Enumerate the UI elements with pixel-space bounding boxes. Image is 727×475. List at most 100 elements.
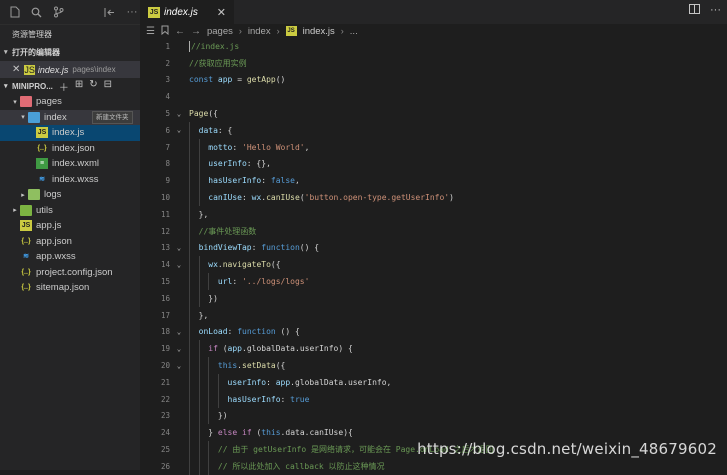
json-file-icon: {..} [37, 144, 47, 152]
tree-item-index-wxss[interactable]: ≋ index.wxss [0, 172, 140, 188]
indent-guide [189, 373, 190, 391]
indent-guide [189, 239, 190, 257]
code-line[interactable]: 18 ⌄ onLoad: function () { [140, 323, 727, 341]
line-number: 14 [160, 260, 170, 270]
code-line[interactable]: 1 //index.js [140, 38, 727, 55]
code-line[interactable]: 19 ⌄ if (app.globalData.userInfo) { [140, 340, 727, 358]
tree-item-index-js[interactable]: JS index.js [0, 125, 140, 141]
source-control-icon[interactable] [50, 4, 66, 20]
tree-item-logs[interactable]: ▸ logs [0, 187, 140, 203]
code-line[interactable]: 4 [140, 88, 727, 105]
code-text: //获取应用实例 [189, 58, 247, 68]
indent-guide [198, 289, 200, 307]
tree-item-app-js[interactable]: JS app.js [0, 218, 140, 234]
code-line[interactable]: 9 hasUserInfo: false, [140, 172, 727, 190]
tree-item-label: index.wxml [52, 158, 99, 170]
code-line[interactable]: 14 ⌄ wx.navigateTo({ [140, 256, 727, 274]
refresh-icon[interactable]: ↻ [89, 79, 97, 94]
tree-item-pages[interactable]: ▾ pages [0, 94, 140, 110]
fold-chevron-icon[interactable]: ⌄ [174, 110, 184, 118]
bookmark-icon[interactable] [161, 25, 169, 38]
line-number: 2 [165, 58, 170, 68]
code-line[interactable]: 11 }, [140, 205, 727, 223]
files-icon[interactable] [6, 4, 22, 20]
indent-guide [189, 340, 190, 358]
fold-chevron-icon[interactable]: ⌄ [174, 126, 184, 134]
fold-chevron-icon[interactable]: ⌄ [174, 244, 184, 252]
tree-item-sitemap[interactable]: {..} sitemap.json [0, 280, 140, 296]
activity-toolbar: ··· [0, 0, 140, 25]
fold-chevron-icon[interactable]: ⌄ [174, 328, 184, 336]
code-editor[interactable]: 1 //index.js 2 //获取应用实例 3 const app = getApp(… [140, 38, 727, 475]
tree-item-index-json[interactable]: {..} index.json [0, 141, 140, 157]
tree-item-index-wxml[interactable]: ≡ index.wxml [0, 156, 140, 172]
code-line[interactable]: 20 ⌄ this.setData({ [140, 357, 727, 374]
code-line[interactable]: 6 ⌄ data: { [140, 121, 727, 139]
tree-item-index-folder[interactable]: ▾ index 新建文件夹 [0, 109, 140, 125]
indent-guide [217, 390, 219, 408]
line-number: 22 [160, 394, 170, 404]
close-icon[interactable]: ✕ [12, 64, 20, 75]
code-text: motto: 'Hello World', [208, 142, 310, 152]
forward-icon[interactable]: → [191, 26, 201, 37]
folder-pages-icon [20, 96, 32, 108]
indent-guide [189, 155, 190, 173]
code-line[interactable]: 8 userInfo: {}, [140, 155, 727, 173]
new-folder-tooltip: 新建文件夹 [92, 110, 133, 124]
code-line[interactable]: 15 url: '../logs/logs' [140, 273, 727, 290]
close-icon[interactable]: ✕ [217, 6, 226, 19]
chevron-down-icon: ▾ [21, 114, 25, 122]
code-line[interactable]: 10 canIUse: wx.canIUse('button.open-type… [140, 189, 727, 206]
open-editor-item[interactable]: ✕ JS index.js pages\index [0, 61, 140, 78]
back-icon[interactable]: ← [175, 26, 185, 37]
indent-guide [189, 407, 190, 425]
list-icon[interactable]: ☰ [146, 26, 155, 37]
indent-guide [208, 357, 210, 374]
breadcrumb-index[interactable]: index [248, 26, 271, 37]
code-line[interactable]: 2 //获取应用实例 [140, 55, 727, 72]
line-number: 17 [160, 310, 170, 320]
collapse-panel-icon[interactable] [102, 4, 118, 20]
fold-chevron-icon[interactable]: ⌄ [174, 345, 184, 353]
code-line[interactable]: 12 //事件处理函数 [140, 222, 727, 240]
fold-chevron-icon[interactable]: ⌄ [174, 362, 184, 370]
tree-item-label: app.wxss [36, 251, 76, 263]
code-line[interactable]: 5 ⌄ Page({ [140, 105, 727, 122]
json-file-icon: {..} [21, 284, 31, 292]
code-line[interactable]: 17 }, [140, 306, 727, 324]
indent-guide [189, 222, 190, 240]
collapse-all-icon[interactable]: ⊟ [104, 79, 112, 94]
code-line[interactable]: 13 ⌄ bindViewTap: function() { [140, 239, 727, 257]
code-line[interactable]: 23 }) [140, 407, 727, 425]
tab-index-js[interactable]: JS index.js ✕ [140, 0, 234, 24]
project-tools: ＋ ⊞ ↻ ⊟ [59, 79, 112, 94]
tree-item-app-json[interactable]: {..} app.json [0, 234, 140, 250]
tree-item-app-wxss[interactable]: ≋ app.wxss [0, 249, 140, 265]
fold-chevron-icon[interactable]: ⌄ [174, 261, 184, 269]
code-line[interactable]: 22 hasUserInfo: true [140, 390, 727, 408]
breadcrumb-pages[interactable]: pages [207, 26, 233, 37]
code-line[interactable]: 16 }) [140, 289, 727, 307]
code-line[interactable]: 26 // 所以此处加入 callback 以防止这种情况 [140, 457, 727, 475]
line-number: 18 [160, 327, 170, 337]
code-line[interactable]: 7 motto: 'Hello World', [140, 138, 727, 156]
breadcrumb-more[interactable]: ... [350, 26, 358, 37]
tree-item-project-config[interactable]: {..} project.config.json [0, 265, 140, 281]
code-line[interactable]: 3 const app = getApp() [140, 72, 727, 89]
code-line[interactable]: 21 userInfo: app.globalData.userInfo, [140, 373, 727, 391]
open-editors-header[interactable]: ▾ 打开的编辑器 [0, 45, 140, 61]
code-line[interactable]: 24 } else if (this.data.canIUse){ [140, 424, 727, 442]
breadcrumb-file[interactable]: index.js [303, 26, 335, 37]
search-icon[interactable] [28, 4, 44, 20]
tree-item-label: project.config.json [36, 266, 113, 278]
more-icon[interactable]: ··· [124, 4, 140, 20]
tree-item-utils[interactable]: ▸ utils [0, 203, 140, 219]
indent-guide [208, 457, 210, 475]
new-folder-icon[interactable]: ⊞ [75, 79, 83, 94]
new-file-icon[interactable]: ＋ [59, 79, 69, 94]
more-actions-icon[interactable]: ··· [710, 4, 721, 17]
split-editor-icon[interactable] [689, 4, 700, 17]
editor-tabbar: JS index.js ✕ ··· [140, 0, 727, 24]
project-header[interactable]: ▾ MINIPRO... ＋ ⊞ ↻ ⊟ [0, 78, 140, 94]
wxss-file-icon: ≋ [23, 253, 29, 261]
